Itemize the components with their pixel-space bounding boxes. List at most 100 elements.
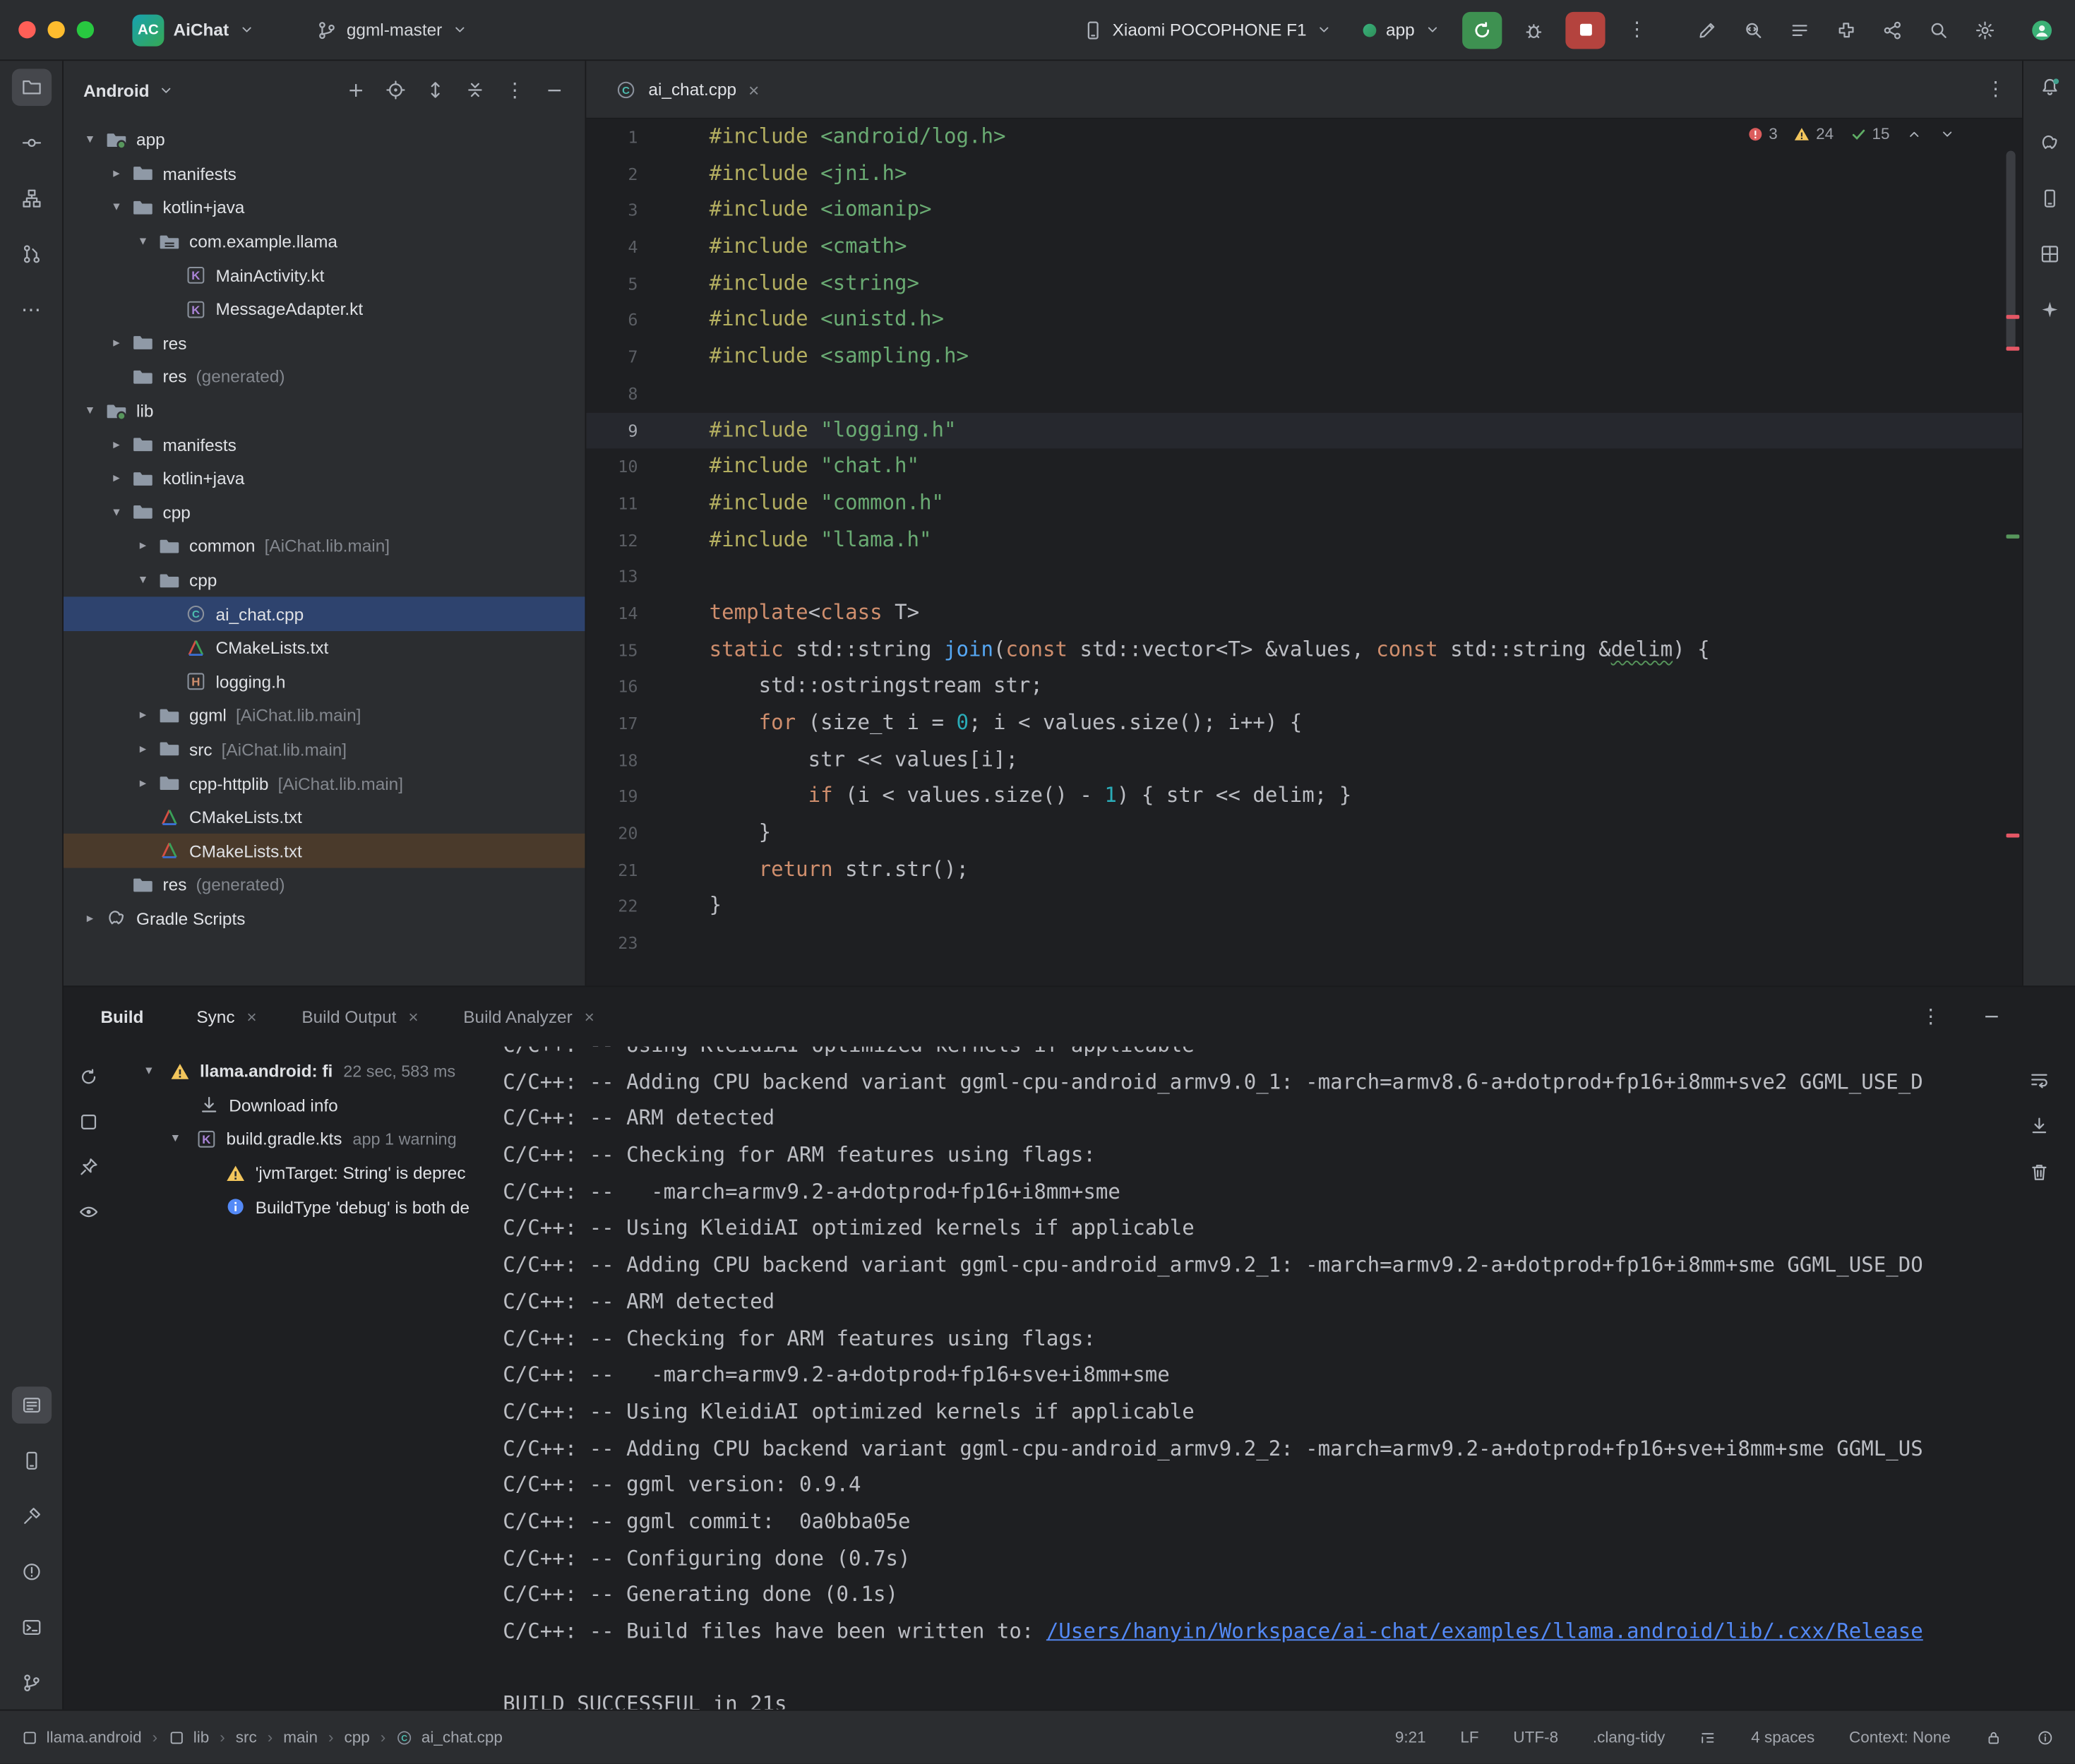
more-v-button[interactable]: ⋮ [1916,1002,1945,1031]
build-tree-item[interactable]: ▾llama.android: fi22 sec, 583 ms [114,1055,510,1088]
assistant-button[interactable] [2029,291,2069,328]
device-selector[interactable]: Xiaomi POCOPHONE F1 [1072,16,1342,44]
tree-item-src[interactable]: ▸src[AiChat.lib.main] [64,733,585,767]
chevron-down-icon[interactable]: ▾ [132,573,153,588]
tree-item-lib[interactable]: ▾lib [64,394,585,428]
add-button[interactable]: + [342,76,371,104]
editor-options-icon[interactable]: ⋮ [1985,79,2007,100]
tree-item-kotlin-java[interactable]: ▾kotlin+java [64,191,585,224]
code-line[interactable]: 19 if (i < values.size() - 1) { str << d… [586,779,2022,815]
zoom-window-button[interactable] [77,21,94,38]
chevron-right-icon[interactable]: ▸ [106,336,127,351]
code-line[interactable]: 15static std::string join(const std::vec… [586,632,2022,668]
editor-tab-ai-chat-cpp[interactable]: C ai_chat.cpp × [602,60,772,118]
build-button[interactable] [11,1498,51,1535]
hide-button[interactable]: − [1977,1002,2006,1031]
locate-button[interactable] [381,76,410,104]
build-tree-item[interactable]: BuildType 'debug' is both de [114,1190,510,1224]
terminal-button[interactable] [11,1609,51,1645]
code-line[interactable]: 18 str << values[i]; [586,742,2022,779]
indent-options-widget[interactable] [1699,1729,1716,1746]
tree-item-cmakelists-txt[interactable]: CMakeLists.txt [64,834,585,868]
tree-item-mainactivity-kt[interactable]: KMainActivity.kt [64,258,585,292]
close-window-button[interactable] [18,21,35,38]
tree-item-res[interactable]: res(generated) [64,868,585,902]
share-button[interactable] [1872,11,1912,48]
tab-build-output[interactable]: Build Output× [301,1007,418,1026]
preview-button[interactable] [74,1197,103,1226]
project-selector[interactable]: AC AiChat [123,10,264,49]
problems-button[interactable] [11,1553,51,1590]
encoding-widget[interactable]: UTF-8 [1513,1728,1558,1746]
clang-tidy-widget[interactable]: .clang-tidy [1593,1728,1666,1746]
device-explorer-button[interactable] [11,1442,51,1479]
build-tree-item[interactable]: ▾Kbuild.gradle.ktsapp 1 warning [114,1122,510,1156]
scroll-to-end-button[interactable] [2025,1111,2054,1140]
code-line[interactable]: 14template<class T> [586,595,2022,632]
search-code-button[interactable] [1733,11,1773,48]
soft-wrap-button[interactable] [2025,1065,2054,1094]
tree-item-manifests[interactable]: ▸manifests [64,157,585,191]
code-line[interactable]: 6#include <unistd.h> [586,302,2022,339]
change-stripe-mark[interactable] [2007,534,2020,539]
error-stripe-mark[interactable] [2007,347,2020,351]
tab-sync[interactable]: Sync× [196,1007,256,1026]
breadcrumb-cpp[interactable]: cpp [344,1728,369,1746]
build-tree-item[interactable]: 'jvmTarget: String' is deprec [114,1156,510,1190]
error-stripe-mark[interactable] [2007,315,2020,319]
build-output-link[interactable]: /Users/hanyin/Workspace/ai-chat/examples… [1046,1619,1923,1643]
chevron-down-icon[interactable]: ▾ [145,1064,164,1079]
next-highlight-icon[interactable] [1939,125,1956,142]
pull-requests-button[interactable] [11,236,51,272]
tree-item-manifests[interactable]: ▸manifests [64,428,585,462]
close-tab-icon[interactable]: × [408,1007,418,1026]
code-line[interactable]: 5#include <string> [586,265,2022,302]
collapse-all-button[interactable] [460,76,489,104]
more-actions-button[interactable]: ⋮ [1617,11,1656,48]
close-tab-icon[interactable]: × [748,79,759,100]
code-line[interactable]: 3#include <iomanip> [586,192,2022,229]
plugins-button[interactable] [1826,11,1866,48]
warnings-badge[interactable]: 24 [1793,124,1834,143]
code-line[interactable]: 20 } [586,815,2022,852]
sync-button[interactable] [74,1062,103,1091]
caret-position-widget[interactable]: 9:21 [1395,1728,1426,1746]
code-line[interactable]: 13 [586,558,2022,595]
tree-item-cpp-httplib[interactable]: ▸cpp-httplib[AiChat.lib.main] [64,767,585,800]
chevron-down-icon[interactable] [157,81,174,98]
tree-item-cpp[interactable]: ▾cpp [64,496,585,529]
editor-body[interactable]: 1#include <android/log.h>2#include <jni.… [586,119,2022,985]
chevron-down-icon[interactable]: ▾ [79,133,100,148]
code-line[interactable]: 10#include "chat.h" [586,449,2022,486]
clear-button[interactable] [2025,1158,2054,1187]
code-line[interactable]: 8 [586,376,2022,412]
inspections-widget[interactable]: 3 24 15 [1746,124,1956,143]
previous-highlight-icon[interactable] [1906,125,1922,142]
stop-button[interactable] [1565,11,1605,48]
breadcrumb-llama-android[interactable]: llama.android [21,1728,142,1746]
edit-button[interactable] [1687,11,1727,48]
editor-scrollbar[interactable] [2007,151,2016,349]
tree-item-res[interactable]: ▸res [64,326,585,360]
chevron-right-icon[interactable]: ▸ [79,911,100,926]
logcat-button[interactable] [11,1386,51,1423]
code-line[interactable]: 17 for (size_t i = 0; i < values.size();… [586,705,2022,742]
chevron-right-icon[interactable]: ▸ [132,709,153,724]
run-configuration-selector[interactable]: app [1354,16,1450,43]
branch-selector[interactable]: ggml-master [307,16,478,44]
build-tree-item[interactable]: Download info [114,1088,510,1122]
chevron-right-icon[interactable]: ▸ [106,438,127,452]
list-button[interactable] [1780,11,1819,48]
tree-item-ggml[interactable]: ▸ggml[AiChat.lib.main] [64,699,585,733]
inspections-status-widget[interactable] [2037,1729,2054,1746]
context-widget[interactable]: Context: None [1849,1728,1951,1746]
errors-badge[interactable]: 3 [1746,124,1777,143]
chevron-down-icon[interactable]: ▾ [79,404,100,419]
code-area[interactable]: 1#include <android/log.h>2#include <jni.… [586,119,2022,962]
error-stripe-mark[interactable] [2007,834,2020,838]
structure-button[interactable] [11,180,51,217]
tree-item-app[interactable]: ▾app [64,123,585,157]
readonly-toggle-widget[interactable] [1985,1729,2002,1746]
tree-item-cmakelists-txt[interactable]: CMakeLists.txt [64,631,585,665]
project-button[interactable] [11,68,51,105]
